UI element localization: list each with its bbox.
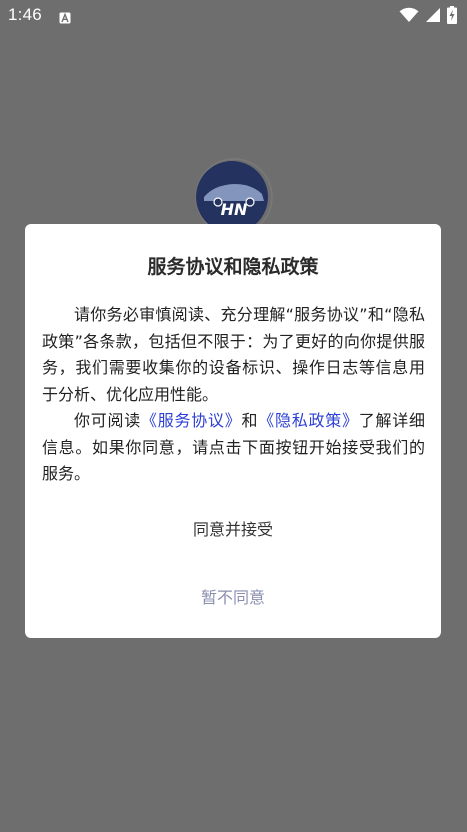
disagree-button[interactable]: 暂不同意	[25, 584, 441, 608]
wifi-icon	[399, 7, 419, 27]
service-agreement-link[interactable]: 《服务协议》	[141, 411, 241, 430]
paragraph2-prefix: 你可阅读	[74, 411, 141, 430]
privacy-policy-link[interactable]: 《隐私政策》	[258, 411, 358, 430]
battery-charging-icon	[447, 6, 457, 28]
dialog-title: 服务协议和隐私政策	[147, 256, 319, 278]
status-bar: 1:46	[0, 0, 467, 34]
signal-icon	[425, 7, 441, 27]
privacy-dialog: 服务协议和隐私政策 请你务必审慎阅读、充分理解“服务协议”和“隐私政策”各条款，…	[25, 224, 441, 638]
status-icons	[399, 6, 457, 28]
paragraph2-and: 和	[241, 411, 259, 430]
dialog-paragraph-2: 你可阅读《服务协议》和《隐私政策》了解详细信息。如果你同意，请点击下面按钮开始接…	[42, 408, 425, 488]
dialog-paragraph-1: 请你务必审慎阅读、充分理解“服务协议”和“隐私政策”各条款，包括但不限于：为了更…	[42, 305, 425, 404]
dialog-body: 请你务必审慎阅读、充分理解“服务协议”和“隐私政策”各条款，包括但不限于：为了更…	[42, 302, 425, 488]
status-time: 1:46	[8, 5, 42, 24]
logo-text: HN	[221, 200, 248, 219]
a-letter-icon	[59, 9, 71, 24]
agree-button[interactable]: 同意并接受	[25, 516, 441, 540]
